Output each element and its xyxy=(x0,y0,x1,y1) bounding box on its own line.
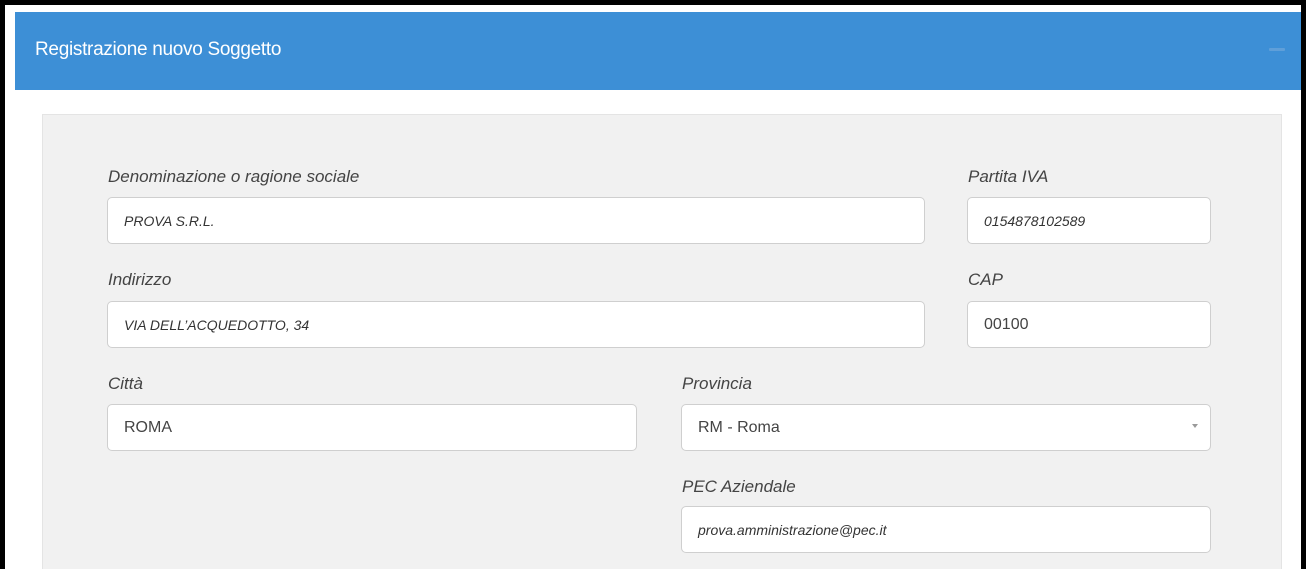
provincia-label: Provincia xyxy=(682,374,752,393)
form-panel: Denominazione o ragione sociale PROVA S.… xyxy=(42,114,1282,569)
cap-field[interactable]: 00100 xyxy=(967,301,1211,348)
partita-iva-value: 0154878102589 xyxy=(984,212,1086,229)
provincia-value: RM - Roma xyxy=(698,418,780,436)
pec-label: PEC Aziendale xyxy=(682,477,796,496)
cap-value: 00100 xyxy=(984,315,1029,333)
partita-iva-label: Partita IVA xyxy=(968,167,1049,186)
citta-value: ROMA xyxy=(124,418,172,436)
cap-label: CAP xyxy=(968,270,1003,289)
pec-value: prova.amministrazione@pec.it xyxy=(698,521,887,538)
indirizzo-label: Indirizzo xyxy=(108,270,172,289)
denominazione-value: PROVA S.R.L. xyxy=(124,212,215,229)
provincia-select[interactable]: RM - Roma xyxy=(681,404,1211,451)
denominazione-label: Denominazione o ragione sociale xyxy=(108,167,360,186)
dropdown-arrow-icon xyxy=(1192,424,1198,428)
page-title: Registrazione nuovo Soggetto xyxy=(35,39,282,60)
partita-iva-field[interactable]: 0154878102589 xyxy=(967,197,1211,244)
indirizzo-value: VIA DELL’ACQUEDOTTO, 34 xyxy=(124,316,310,333)
panel-header: Registrazione nuovo Soggetto xyxy=(15,12,1301,90)
collapse-icon[interactable] xyxy=(1269,48,1285,51)
denominazione-field[interactable]: PROVA S.R.L. xyxy=(107,197,925,244)
citta-field[interactable]: ROMA xyxy=(107,404,637,451)
citta-label: Città xyxy=(108,374,143,393)
pec-field[interactable]: prova.amministrazione@pec.it xyxy=(681,506,1211,553)
indirizzo-field[interactable]: VIA DELL’ACQUEDOTTO, 34 xyxy=(107,301,925,348)
window-frame: Registrazione nuovo Soggetto Denominazio… xyxy=(0,0,1306,569)
